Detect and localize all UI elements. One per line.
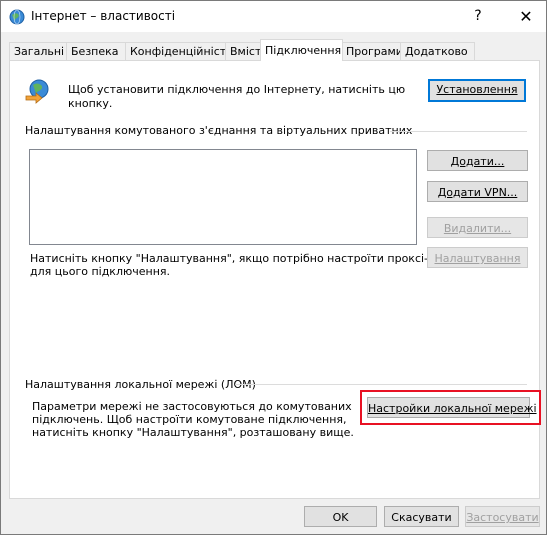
globe-icon: [9, 9, 25, 25]
dialup-section-divider: [390, 131, 527, 132]
tab-programs[interactable]: Програми: [341, 42, 403, 60]
setup-button-label: Установлення: [436, 83, 518, 96]
tab-security[interactable]: Безпека: [66, 42, 126, 60]
lan-section-heading: Налаштування локальної мережі (ЛОМ): [25, 378, 256, 391]
help-button[interactable]: ?: [463, 1, 493, 32]
tab-advanced[interactable]: Додатково: [400, 42, 475, 60]
lan-settings-button[interactable]: Настройки локальної мережі: [367, 397, 537, 418]
lan-settings-button-label: Настройки локальної мережі: [368, 402, 537, 415]
add-vpn-button-label: Додати VPN...: [437, 186, 518, 199]
add-button-label: Додати...: [450, 155, 505, 168]
internet-properties-window: Інтернет – властивості ? ✕ Загальні Безп…: [0, 0, 547, 535]
tab-general[interactable]: Загальні: [9, 42, 67, 60]
lan-text-line2: підключень. Щоб настроїти комутоване під…: [32, 413, 347, 426]
connections-listbox[interactable]: [29, 149, 417, 245]
tab-connections[interactable]: Підключення: [260, 39, 343, 61]
lan-text-line1: Параметри мережі не застосовуються до ко…: [32, 400, 352, 413]
title-bar: Інтернет – властивості ? ✕: [1, 1, 546, 32]
setup-button[interactable]: Установлення: [428, 79, 526, 102]
settings-button-label: Налаштування: [434, 252, 521, 265]
settings-button[interactable]: Налаштування: [427, 247, 528, 268]
remove-button-label: Видалити...: [443, 222, 512, 235]
close-button[interactable]: ✕: [507, 1, 545, 32]
network-setup-icon: [24, 78, 52, 106]
connections-panel: Щоб установити підключення до Інтернету,…: [9, 60, 541, 499]
proxy-text-line2: для цього підключення.: [30, 265, 171, 278]
cancel-button[interactable]: Скасувати: [384, 506, 459, 527]
lan-text-line3: натисніть кнопку "Налаштування", розташо…: [32, 426, 354, 439]
remove-button[interactable]: Видалити...: [427, 217, 528, 238]
dialup-section-heading: Налаштування комутованого з'єднання та в…: [25, 124, 413, 137]
lan-section-divider: [235, 384, 527, 385]
apply-button[interactable]: Застосувати: [465, 506, 540, 527]
tab-privacy[interactable]: Конфіденційність: [125, 42, 233, 60]
setup-instruction-text: Щоб установити підключення до Інтернету,…: [68, 83, 406, 110]
proxy-text-line1: Натисніть кнопку "Налаштування", якщо по…: [30, 252, 469, 265]
apply-button-label: Застосувати: [466, 511, 539, 524]
add-button[interactable]: Додати...: [427, 150, 528, 171]
add-vpn-button[interactable]: Додати VPN...: [427, 181, 528, 202]
window-title: Інтернет – властивості: [31, 9, 176, 23]
ok-button[interactable]: OK: [304, 506, 377, 527]
